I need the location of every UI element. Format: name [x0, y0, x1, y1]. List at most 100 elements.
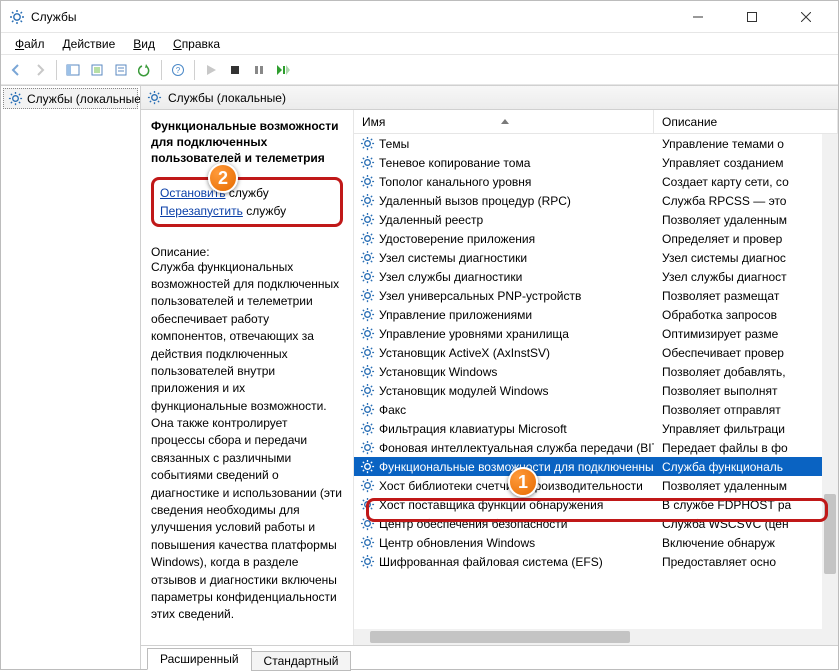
- service-name: Управление приложениями: [379, 308, 532, 322]
- menu-help[interactable]: Справка: [165, 35, 228, 53]
- service-row[interactable]: Удаленный реестр Позволяет удаленным: [354, 210, 838, 229]
- service-desc: Предоставляет осно: [654, 555, 838, 569]
- detail-pane: Функциональные возможности для подключен…: [141, 110, 353, 645]
- back-button[interactable]: [5, 59, 27, 81]
- annotation-callout-2: 2: [208, 163, 238, 193]
- service-name: Центр обновления Windows: [379, 536, 535, 550]
- list-header: Имя Описание: [354, 110, 838, 134]
- start-service-button[interactable]: [200, 59, 222, 81]
- service-row[interactable]: Установщик модулей Windows Позволяет выпо…: [354, 381, 838, 400]
- vertical-scrollbar[interactable]: [822, 134, 838, 629]
- refresh-button[interactable]: [134, 59, 156, 81]
- service-row[interactable]: Хост библиотеки счетчика производительно…: [354, 476, 838, 495]
- service-name: Шифрованная файловая система (EFS): [379, 555, 603, 569]
- service-name: Хост поставщика функции обнаружения: [379, 498, 603, 512]
- service-row[interactable]: Центр обновления WindowsВключение обнару…: [354, 533, 838, 552]
- horizontal-scrollbar[interactable]: [354, 629, 838, 645]
- service-row[interactable]: Функциональные возможности для подключен…: [354, 457, 838, 476]
- service-name: Центр обеспечения безопасности: [379, 517, 568, 531]
- window-controls: [680, 5, 830, 29]
- service-name: Узел универсальных PNP-устройств: [379, 289, 581, 303]
- window-title: Службы: [31, 10, 76, 24]
- pane-header: Службы (локальные): [141, 86, 838, 110]
- service-name: Тополог канального уровня: [379, 175, 531, 189]
- service-row[interactable]: Узел системы диагностики Узел системы диа…: [354, 248, 838, 267]
- content-area: Службы (локальные) Службы (локальные) Фу…: [1, 85, 838, 669]
- service-desc: В службе FDPHOST ра: [654, 498, 838, 512]
- forward-button[interactable]: [29, 59, 51, 81]
- svg-text:?: ?: [176, 66, 181, 75]
- maximize-button[interactable]: [734, 5, 770, 29]
- service-row[interactable]: Установщик Windows Позволяет добавлять,: [354, 362, 838, 381]
- service-row[interactable]: Удаленный вызов процедур (RPC) Служба RPC…: [354, 191, 838, 210]
- service-desc: Служба RPCSS — это: [654, 194, 838, 208]
- properties-button[interactable]: [110, 59, 132, 81]
- service-name: Удаленный реестр: [379, 213, 483, 227]
- service-name: Установщик Windows: [379, 365, 497, 379]
- service-desc: Позволяет добавлять,: [654, 365, 838, 379]
- service-desc: Обработка запросов: [654, 308, 838, 322]
- action-links-box: Остановить службу Перезапустить службу: [151, 177, 343, 227]
- column-name[interactable]: Имя: [354, 110, 654, 133]
- help-button[interactable]: ?: [167, 59, 189, 81]
- list-body[interactable]: ТемыУправление темами оТеневое копирован…: [354, 134, 838, 629]
- service-desc: Управляет созданием: [654, 156, 838, 170]
- service-name: Факс: [379, 403, 406, 417]
- service-row[interactable]: Центр обеспечения безопасностиСлужба WSC…: [354, 514, 838, 533]
- menu-action[interactable]: Действие: [55, 35, 124, 53]
- service-row[interactable]: Теневое копирование тома Управляет создан…: [354, 153, 838, 172]
- service-row[interactable]: Управление уровнями хранилищаОптимизируе…: [354, 324, 838, 343]
- service-desc: Обеспечивает провер: [654, 346, 838, 360]
- close-button[interactable]: [788, 5, 824, 29]
- menu-view[interactable]: Вид: [125, 35, 163, 53]
- service-row[interactable]: Хост поставщика функции обнаружения В слу…: [354, 495, 838, 514]
- export-button[interactable]: [86, 59, 108, 81]
- service-desc: Передает файлы в фо: [654, 441, 838, 455]
- tree-root-node[interactable]: Службы (локальные): [3, 88, 138, 109]
- service-name: Установщик модулей Windows: [379, 384, 548, 398]
- stop-service-button[interactable]: [224, 59, 246, 81]
- tab-extended[interactable]: Расширенный: [147, 648, 252, 670]
- service-row[interactable]: Узел универсальных PNP-устройств Позволяе…: [354, 286, 838, 305]
- tab-standard[interactable]: Стандартный: [251, 651, 352, 671]
- service-row[interactable]: ТемыУправление темами о: [354, 134, 838, 153]
- service-desc: Позволяет удаленным: [654, 479, 838, 493]
- gear-icon: [147, 90, 162, 105]
- scroll-thumb[interactable]: [824, 494, 836, 574]
- service-row[interactable]: ФаксПозволяет отправлят: [354, 400, 838, 419]
- service-name: Фильтрация клавиатуры Microsoft: [379, 422, 567, 436]
- service-name: Удостоверение приложения: [379, 232, 535, 246]
- service-desc: Позволяет выполнят: [654, 384, 838, 398]
- show-hide-tree-button[interactable]: [62, 59, 84, 81]
- service-row[interactable]: Фоновая интеллектуальная служба передачи…: [354, 438, 838, 457]
- service-row[interactable]: Установщик ActiveX (AxInstSV)Обеспечивае…: [354, 343, 838, 362]
- column-description[interactable]: Описание: [654, 110, 838, 133]
- restart-service-line: Перезапустить службу: [160, 202, 334, 220]
- minimize-button[interactable]: [680, 5, 716, 29]
- pause-service-button[interactable]: [248, 59, 270, 81]
- restart-service-link[interactable]: Перезапустить: [160, 204, 243, 218]
- menu-file[interactable]: Файл: [7, 35, 53, 53]
- service-row[interactable]: Тополог канального уровняСоздает карту с…: [354, 172, 838, 191]
- service-row[interactable]: Фильтрация клавиатуры MicrosoftУправляет…: [354, 419, 838, 438]
- service-name: Управление уровнями хранилища: [379, 327, 569, 341]
- service-name: Удаленный вызов процедур (RPC): [379, 194, 571, 208]
- titlebar: Службы: [1, 1, 838, 33]
- service-desc: Позволяет удаленным: [654, 213, 838, 227]
- view-tabs: Расширенный Стандартный: [141, 645, 838, 669]
- restart-service-button[interactable]: [272, 59, 294, 81]
- service-name: Теневое копирование тома: [379, 156, 530, 170]
- hscroll-thumb[interactable]: [370, 631, 630, 643]
- service-desc: Узел службы диагност: [654, 270, 838, 284]
- service-desc: Позволяет размещат: [654, 289, 838, 303]
- service-list: Имя Описание ТемыУправление темами оТене…: [353, 110, 838, 645]
- service-row[interactable]: Удостоверение приложенияОпределяет и про…: [354, 229, 838, 248]
- app-icon: [9, 9, 25, 25]
- service-row[interactable]: Шифрованная файловая система (EFS) Предос…: [354, 552, 838, 571]
- service-name: Узел системы диагностики: [379, 251, 527, 265]
- service-name: Фоновая интеллектуальная служба передачи…: [379, 441, 654, 455]
- service-row[interactable]: Узел службы диагностикиУзел службы диагн…: [354, 267, 838, 286]
- service-desc: Узел системы диагнос: [654, 251, 838, 265]
- service-row[interactable]: Управление приложениями Обработка запросо…: [354, 305, 838, 324]
- tree-root-label: Службы (локальные): [27, 92, 141, 106]
